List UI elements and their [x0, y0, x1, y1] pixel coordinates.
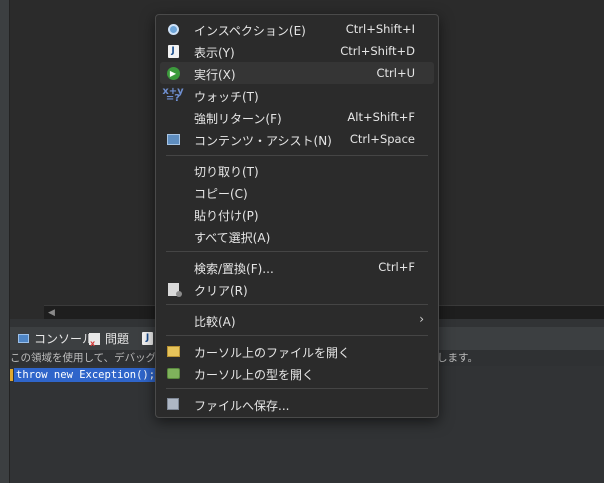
- menu-item-find-replace[interactable]: 検索/置換(F)... Ctrl+F: [160, 256, 434, 278]
- left-gutter: [0, 0, 10, 483]
- display-icon: J: [166, 44, 180, 58]
- menu-item-display[interactable]: J 表示(Y) Ctrl+Shift+D: [160, 40, 434, 62]
- open-file-icon: [166, 344, 180, 358]
- menu-item-select-all[interactable]: すべて選択(A): [160, 225, 434, 247]
- console-icon: [17, 332, 30, 345]
- menu-separator: [166, 155, 428, 156]
- menu-item-copy[interactable]: コピー(C): [160, 181, 434, 203]
- menu-item-compare[interactable]: 比較(A) ›: [160, 309, 434, 331]
- console-hint-head: この領域を使用して、デバッグ・: [10, 352, 167, 364]
- menu-item-clear[interactable]: クリア(R): [160, 278, 434, 300]
- menu-item-execute[interactable]: ▶ 実行(X) Ctrl+U: [160, 62, 434, 84]
- execute-icon: ▶: [166, 66, 180, 80]
- chevron-right-icon: ›: [419, 312, 424, 326]
- content-assist-icon: [166, 132, 180, 146]
- menu-item-inspect[interactable]: インスペクション(E) Ctrl+Shift+I: [160, 18, 434, 40]
- display-tab-icon: J: [141, 332, 154, 345]
- menu-item-open-file-at-cursor[interactable]: カーソル上のファイルを開く: [160, 340, 434, 362]
- scroll-left-icon[interactable]: ◀: [48, 308, 55, 318]
- menu-item-paste[interactable]: 貼り付け(P): [160, 203, 434, 225]
- clear-icon: [166, 282, 182, 297]
- save-icon: [166, 397, 180, 411]
- code-line[interactable]: throw new Exception();: [10, 368, 158, 382]
- menu-separator: [166, 304, 428, 305]
- open-type-icon: [166, 366, 180, 380]
- menu-item-open-type-at-cursor[interactable]: カーソル上の型を開く: [160, 362, 434, 384]
- menu-separator: [166, 335, 428, 336]
- context-menu: インスペクション(E) Ctrl+Shift+I J 表示(Y) Ctrl+Sh…: [155, 14, 439, 418]
- menu-separator: [166, 251, 428, 252]
- menu-item-content-assist[interactable]: コンテンツ・アシスト(N) Ctrl+Space: [160, 128, 434, 150]
- problems-icon: [88, 332, 101, 348]
- menu-item-save-to-file[interactable]: ファイルへ保存...: [160, 393, 434, 415]
- watch-icon: x+y =?: [162, 86, 184, 104]
- tab-problems-label: 問題: [105, 332, 130, 346]
- menu-item-force-return[interactable]: 強制リターン(F) Alt+Shift+F: [160, 106, 434, 128]
- line-marker: [10, 369, 13, 381]
- tab-problems[interactable]: 問題: [83, 327, 134, 350]
- menu-item-cut[interactable]: 切り取り(T): [160, 159, 434, 181]
- menu-separator: [166, 388, 428, 389]
- magnifier-icon: [166, 22, 180, 36]
- selected-code[interactable]: throw new Exception();: [14, 368, 158, 382]
- menu-item-watch[interactable]: x+y =? ウォッチ(T): [160, 84, 434, 106]
